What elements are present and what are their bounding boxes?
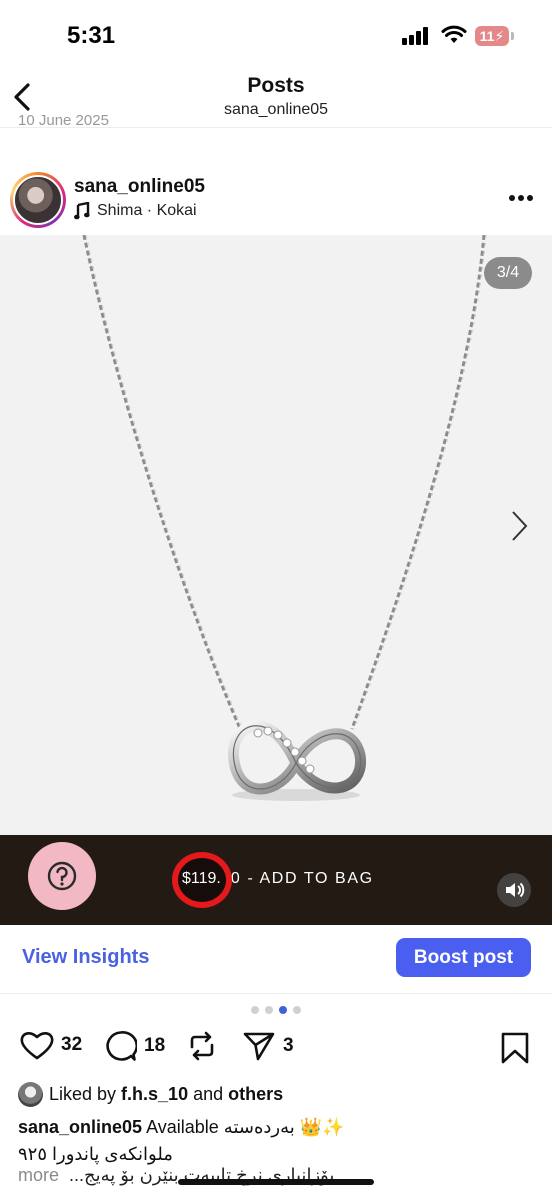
liked-mid: and [188,1084,229,1104]
caption-text: Available بەردەستە 👑✨ [142,1117,345,1137]
post-username[interactable]: sana_online05 [74,176,205,198]
status-time: 5:31 [67,22,116,49]
battery-level: 11 [479,28,495,44]
add-to-bag-label: 0 - ADD TO BAG [230,870,374,887]
status-bar: 5:31 11⚡ [0,0,552,70]
post-image[interactable]: 3/4 [0,235,552,835]
volume-icon [506,882,525,898]
caption-author[interactable]: sana_online05 [18,1117,142,1137]
home-indicator [178,1179,374,1185]
story-ring[interactable] [10,172,66,228]
battery-tip [511,32,514,40]
post-header: sana_online05 Shima · Kokai [0,166,552,234]
liked-prefix: Liked by [49,1084,122,1104]
caption-line-2: ملوانکەی پاندورا ٩٢٥ [18,1144,173,1164]
help-question-icon [47,861,77,891]
like-count: 32 [61,1034,83,1055]
carousel-dot [293,1006,301,1014]
bookmark-icon[interactable] [500,1032,530,1064]
wifi-icon [441,25,467,43]
view-insights-link[interactable]: View Insights [22,946,149,969]
help-button[interactable] [28,842,96,910]
carousel-indicator [251,1006,301,1014]
avatar [13,175,63,225]
next-chevron-icon[interactable] [508,509,530,543]
more-dots-icon[interactable] [508,194,534,202]
repost-icon [190,1031,214,1061]
liked-others[interactable]: others [228,1084,283,1104]
boost-post-button[interactable]: Boost post [396,938,531,977]
comment-count: 18 [144,1035,166,1056]
heart-icon [20,1032,54,1060]
carousel-dot-active [279,1006,287,1014]
audio-link[interactable]: Shima · Kokai [74,202,197,220]
music-note-icon [74,202,90,220]
shop-bar[interactable]: $119. 0 - ADD TO BAG $119. [0,835,552,925]
carousel-dot [265,1006,273,1014]
necklace-image [82,235,487,801]
share-action[interactable]: 3 [242,1030,294,1062]
send-icon [243,1032,275,1061]
caption-line-1: sana_online05 Available بەردەستە 👑✨ [18,1114,538,1141]
price-label: $119. [182,870,221,887]
more-link[interactable]: more [18,1165,59,1186]
like-action[interactable]: 32 [20,1030,82,1060]
comment-icon [106,1031,137,1061]
cellular-signal-icon [402,27,432,45]
divider [0,993,552,994]
battery-indicator: 11⚡ [475,26,509,46]
scroll-mask [0,128,552,142]
carousel-dot [251,1006,259,1014]
liked-by-text: Liked by f.h.s_10 and others [49,1084,283,1105]
comment-action[interactable]: 18 [104,1030,165,1062]
liked-by-row[interactable]: Liked by f.h.s_10 and others [18,1082,283,1107]
post-caption: sana_online05 Available بەردەستە 👑✨ ملوا… [18,1114,538,1168]
repost-action[interactable] [186,1030,218,1062]
liked-user[interactable]: f.h.s_10 [121,1084,188,1104]
image-counter: 3/4 [484,257,532,289]
liked-by-avatar [18,1082,43,1107]
volume-button[interactable] [497,873,531,907]
audio-label: Shima · Kokai [97,202,197,219]
page-title: Posts [247,74,305,97]
share-count: 3 [283,1035,294,1056]
